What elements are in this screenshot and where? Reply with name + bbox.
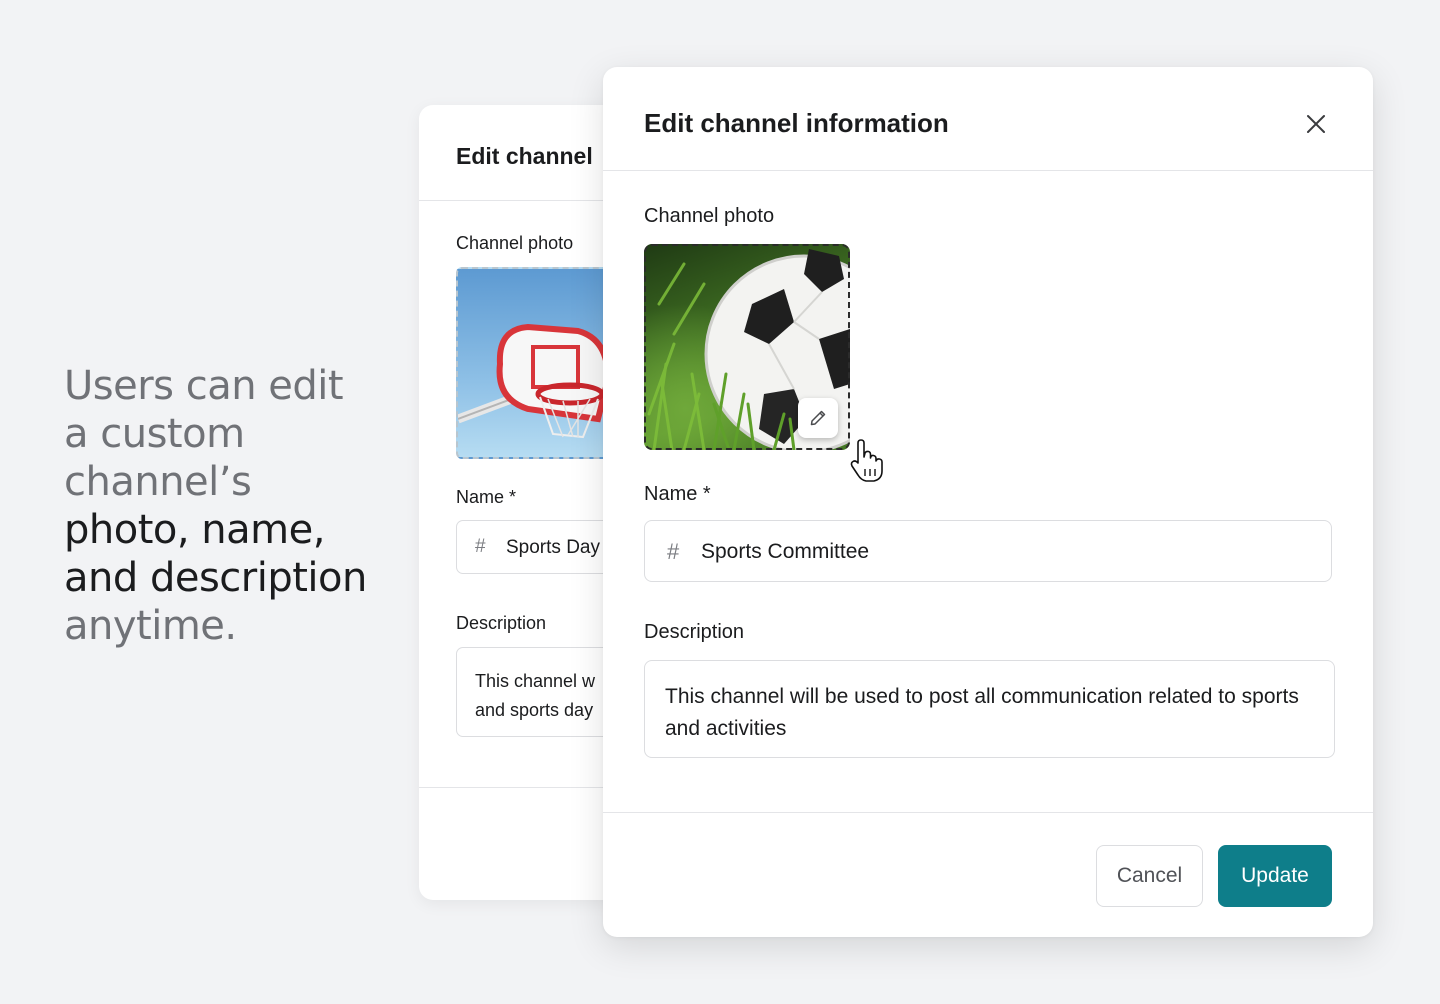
- headline-line: anytime.: [64, 603, 237, 649]
- back-description-line: and sports day: [475, 700, 594, 720]
- hand-pointer-icon: [850, 439, 883, 482]
- description-label: Description: [644, 621, 745, 643]
- headline-line: and description: [64, 555, 367, 601]
- back-card-title: Edit channel: [456, 143, 593, 169]
- divider: [419, 200, 619, 201]
- update-button[interactable]: Update: [1218, 845, 1332, 907]
- close-button[interactable]: [1300, 108, 1332, 140]
- footer-divider: [603, 812, 1373, 813]
- back-photo-label: Channel photo: [456, 233, 574, 253]
- hash-prefix: #: [475, 536, 486, 557]
- background-edit-card: Edit channel Channel photo Name * # Spor…: [419, 105, 619, 900]
- name-input[interactable]: # Sports Committee: [644, 520, 1332, 582]
- back-name-value: Sports Day: [506, 537, 600, 558]
- edit-channel-modal: Edit channel information Channel photo N…: [603, 67, 1373, 937]
- headline-line: Users can edit: [64, 363, 344, 409]
- edit-photo-button[interactable]: [798, 398, 838, 438]
- headline-line: photo, name,: [64, 507, 325, 553]
- back-channel-photo: [456, 267, 619, 459]
- headline-line: channel’s: [64, 459, 252, 505]
- basketball-hoop-image: [458, 323, 612, 439]
- modal-title: Edit channel information: [644, 108, 949, 138]
- close-icon: [1307, 115, 1325, 133]
- description-textarea[interactable]: This channel will be used to post all co…: [644, 660, 1335, 758]
- back-description-label: Description: [456, 613, 547, 633]
- header-divider: [603, 170, 1373, 171]
- channel-photo[interactable]: [644, 244, 850, 450]
- headline-line: a custom: [64, 411, 245, 457]
- back-name-field: # Sports Day: [456, 520, 619, 574]
- photo-label: Channel photo: [644, 205, 775, 227]
- back-description-field: This channel w and sports day: [456, 647, 619, 737]
- name-label: Name *: [644, 483, 711, 505]
- marketing-headline: Users can edit a custom channel’s photo,…: [64, 362, 394, 650]
- pencil-icon: [810, 410, 826, 426]
- back-name-label: Name *: [456, 487, 517, 507]
- divider: [419, 787, 619, 788]
- back-description-line: This channel w: [475, 671, 596, 691]
- name-value: Sports Committee: [701, 540, 870, 563]
- cancel-button[interactable]: Cancel: [1096, 845, 1203, 907]
- hash-prefix: #: [667, 539, 680, 564]
